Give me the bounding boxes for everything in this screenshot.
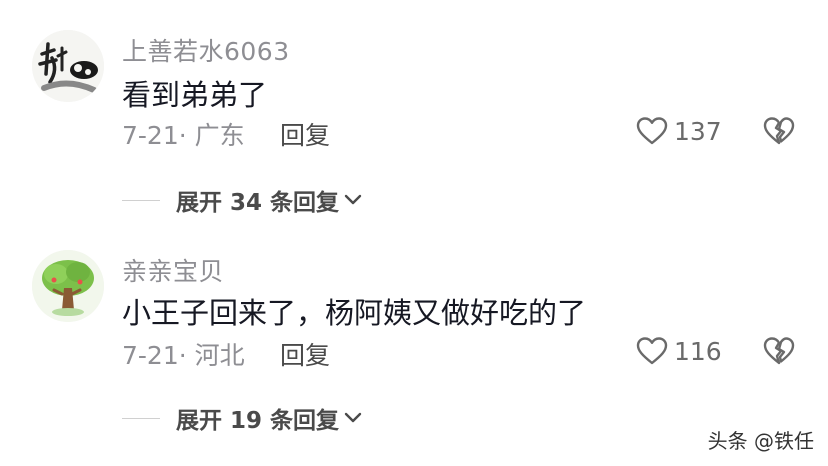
dislike-button[interactable]: [763, 336, 795, 368]
broken-heart-icon: [763, 337, 795, 365]
expand-replies-button[interactable]: 展开 19 条回复: [122, 401, 363, 435]
chevron-down-icon: [344, 194, 362, 205]
watermark: 头条 @铁任: [707, 429, 814, 453]
heart-icon: [636, 337, 668, 365]
like-count: 137: [674, 116, 722, 146]
like-button[interactable]: 137: [636, 114, 722, 148]
expand-replies-label: 展开 19 条回复: [176, 408, 340, 434]
comment-meta: 7-21· 广东: [122, 121, 245, 150]
chevron-down-icon: [344, 412, 362, 423]
like-count: 116: [674, 336, 722, 366]
username[interactable]: 上善若水6063: [122, 32, 290, 68]
dislike-button[interactable]: [763, 116, 795, 148]
tree-icon: [32, 250, 104, 322]
avatar[interactable]: [32, 250, 104, 322]
comment-text: 小王子回来了，杨阿姨又做好吃的了: [122, 296, 587, 330]
expand-replies-label: 展开 34 条回复: [176, 190, 340, 216]
reply-button[interactable]: 回复: [280, 336, 330, 372]
broken-heart-icon: [763, 117, 795, 145]
comment-list: 上善若水6063 看到弟弟了 7-21· 广东 回复 137 展开 34 条回复: [0, 0, 828, 466]
ink-calligraphy-icon: [32, 30, 104, 102]
heart-icon: [636, 117, 668, 145]
avatar[interactable]: [32, 30, 104, 102]
divider-line: [122, 199, 160, 201]
divider-line: [122, 417, 160, 419]
comment-meta: 7-21· 河北: [122, 341, 245, 370]
like-button[interactable]: 116: [636, 334, 722, 368]
reply-button[interactable]: 回复: [280, 116, 330, 152]
comment-text: 看到弟弟了: [122, 78, 268, 112]
username[interactable]: 亲亲宝贝: [122, 252, 224, 288]
expand-replies-button[interactable]: 展开 34 条回复: [122, 183, 363, 217]
